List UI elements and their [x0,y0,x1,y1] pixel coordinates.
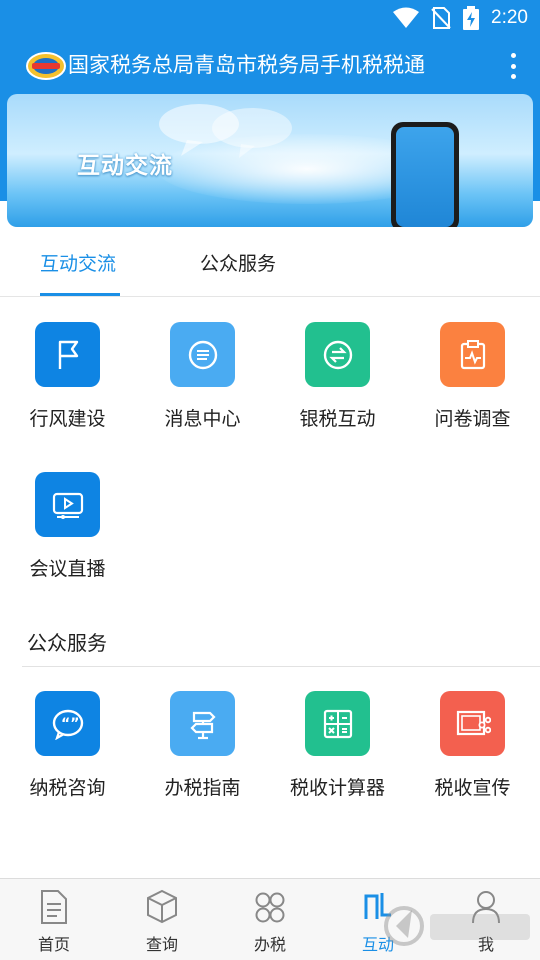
flag-icon [35,322,100,387]
cube-icon [147,889,177,924]
grid-label: 税收计算器 [289,777,385,799]
nav-item-query[interactable]: 查询 [108,879,216,960]
grid-item-bank-tax[interactable]: 银税互动 [270,322,405,442]
grid-item-conduct[interactable]: 行风建设 [0,322,135,442]
signpost-icon [170,691,235,756]
banner-title: 互动交流 [77,153,173,179]
quote-bubble-icon: “” [35,691,100,756]
clipboard-pulse-icon [440,322,505,387]
tab-bar: 互动交流 公众服务 [0,227,540,297]
grid-item-tax-calculator[interactable]: 税收计算器 [270,691,405,811]
grid-label: 问卷调查 [434,408,511,430]
wifi-icon [393,7,420,28]
battery-charging-icon [463,6,480,30]
grid-label: 办税指南 [164,777,241,799]
section-divider [22,666,540,667]
app-logo-icon [26,52,66,80]
grid-item-tax-guide[interactable]: 办税指南 [135,691,270,811]
exchange-icon [305,322,370,387]
app-bar: 国家税务总局青岛市税务局手机税税通 [0,36,540,96]
svg-text:“”: “” [61,716,79,732]
grid-item-messages[interactable]: 消息中心 [135,322,270,442]
status-time: 2:20 [491,7,528,28]
more-vert-icon[interactable] [506,50,520,82]
grid-label: 税收宣传 [434,777,511,799]
grid-label: 行风建设 [29,408,106,430]
status-bar: 2:20 [0,0,540,36]
video-play-icon [35,472,100,537]
phone-illustration [391,122,459,227]
section-heading-public-service: 公众服务 [27,631,107,655]
chat-bubble-icon [170,322,235,387]
status-icons: 2:20 [393,6,528,30]
nav-item-home[interactable]: 首页 [0,879,108,960]
tab-underline [40,293,120,296]
no-sim-icon [431,7,451,29]
grid-circles-icon [255,892,285,923]
calculator-icon [305,691,370,756]
grid-item-live-meeting[interactable]: 会议直播 [0,472,135,592]
grid-label: 银税互动 [299,408,376,430]
nav-label: 办税 [253,935,286,954]
nav-item-tax-handling[interactable]: 办税 [216,879,324,960]
grid-label: 消息中心 [164,408,241,430]
app-title: 国家税务总局青岛市税务局手机税税通 [68,53,425,77]
share-screen-icon [440,691,505,756]
grid-item-survey[interactable]: 问卷调查 [405,322,540,442]
grid-item-tax-publicity[interactable]: 税收宣传 [405,691,540,811]
grid-label: 会议直播 [29,558,106,580]
document-icon [41,890,67,924]
tab-interaction[interactable]: 互动交流 [40,249,116,276]
banner[interactable]: 互动交流 [7,94,533,227]
nav-label: 查询 [145,935,178,954]
grid-label: 纳税咨询 [29,777,106,799]
grid-item-tax-consult[interactable]: “” 纳税咨询 [0,691,135,811]
watermark-logo [384,906,530,946]
nav-label: 首页 [37,935,70,954]
tab-public-service[interactable]: 公众服务 [200,249,276,276]
